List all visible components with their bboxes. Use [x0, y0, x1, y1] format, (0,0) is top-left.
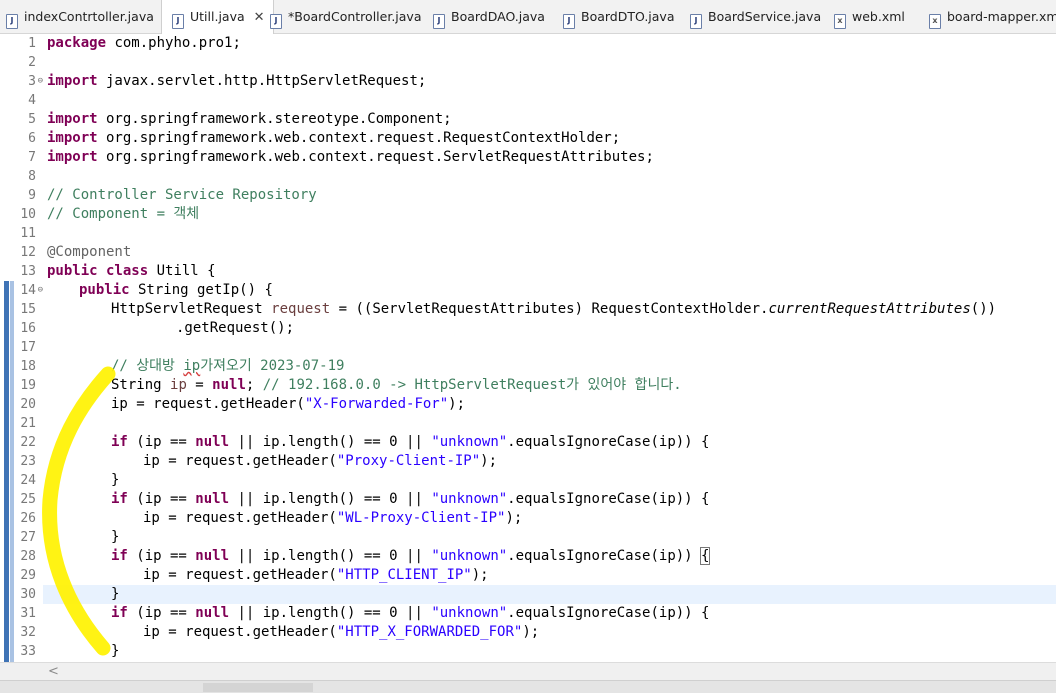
line-number: 18	[20, 359, 36, 374]
line-number: 32	[20, 625, 36, 640]
code-line: package com.phyho.pro1;	[47, 35, 241, 51]
code-line: ip = request.getHeader("X-Forwarded-For"…	[111, 396, 466, 412]
java-file-icon: J	[563, 14, 575, 29]
line-number: 4	[28, 93, 36, 108]
fold-minus-icon[interactable]: ⊖	[38, 281, 43, 300]
code-line: }	[111, 529, 120, 545]
line-number: 7	[28, 150, 36, 165]
line-number: 31	[20, 606, 36, 621]
line-number: 29	[20, 568, 36, 583]
code-line: HttpServletRequest request = ((ServletRe…	[111, 301, 997, 317]
close-tab-icon[interactable]: ✕	[254, 1, 265, 35]
annotation-line: @Component	[47, 244, 132, 260]
code-line: }	[111, 586, 120, 602]
tab-label: BoardDTO.java	[581, 9, 675, 24]
xml-file-icon: x	[834, 14, 846, 29]
line-number: 6	[28, 131, 36, 146]
line-number: 3 ⊖	[28, 74, 43, 89]
code-editor[interactable]: 1 2 3 ⊖ 4 5 6 7 8 9 10 11 12 13 14 ⊖ 15 16…	[0, 34, 1056, 662]
tab-label: web.xml	[852, 9, 905, 24]
java-file-icon: J	[433, 14, 445, 29]
status-segment	[203, 683, 313, 692]
horizontal-scrollbar[interactable]: <	[0, 662, 1056, 681]
line-number: 24	[20, 473, 36, 488]
code-comment-line: // 상대방 ip가져오기 2023-07-19	[111, 358, 345, 374]
tab-boardservice[interactable]: J BoardService.java	[690, 0, 821, 34]
tab-boarddto[interactable]: J BoardDTO.java	[563, 0, 675, 34]
java-file-icon: J	[270, 14, 282, 29]
line-number: 14 ⊖	[20, 283, 43, 298]
line-number: 25	[20, 492, 36, 507]
current-line-highlight	[43, 585, 1056, 604]
tab-boardcontroller[interactable]: J *BoardController.java	[270, 0, 422, 34]
code-line: import javax.servlet.http.HttpServletReq…	[47, 73, 427, 89]
java-file-icon: J	[172, 14, 184, 29]
matching-bracket: {	[699, 547, 711, 565]
line-number: 19	[20, 378, 36, 393]
line-number: 11	[20, 226, 36, 241]
code-comment-line: // Component = 객체	[47, 206, 200, 222]
line-number: 10	[20, 207, 36, 222]
tab-indexcontrtoller[interactable]: JindexContrtoller.java	[6, 0, 154, 34]
line-number: 17	[20, 340, 36, 355]
xml-file-icon: x	[929, 14, 941, 29]
line-number: 16	[20, 321, 36, 336]
line-number: 20	[20, 397, 36, 412]
line-number: 28	[20, 549, 36, 564]
line-number: 30	[20, 587, 36, 602]
line-number: 15	[20, 302, 36, 317]
code-line: if (ip == null || ip.length() == 0 || "u…	[111, 434, 710, 450]
tab-label: BoardDAO.java	[451, 9, 545, 24]
code-line: if (ip == null || ip.length() == 0 || "u…	[111, 491, 710, 507]
code-line: public String getIp() {	[79, 282, 273, 298]
fold-minus-icon[interactable]: ⊖	[38, 72, 43, 91]
line-number: 8	[28, 169, 36, 184]
code-line: }	[111, 643, 120, 659]
code-line: import org.springframework.web.context.r…	[47, 130, 621, 146]
line-number: 12	[20, 245, 36, 260]
code-line: ip = request.getHeader("HTTP_CLIENT_IP")…	[143, 567, 489, 583]
tab-boarddao[interactable]: J BoardDAO.java	[433, 0, 545, 34]
tab-board-mapper-xml[interactable]: x board-mapper.xml	[929, 0, 1056, 34]
line-number: 27	[20, 530, 36, 545]
line-number: 22	[20, 435, 36, 450]
java-file-icon: J	[690, 14, 702, 29]
scroll-left-arrow-icon[interactable]: <	[48, 663, 59, 681]
code-line: ip = request.getHeader("HTTP_X_FORWARDED…	[143, 624, 540, 640]
line-number: 9	[28, 188, 36, 203]
line-number: 1	[28, 36, 36, 51]
line-number: 5	[28, 112, 36, 127]
tab-label: board-mapper.xml	[947, 9, 1056, 24]
java-file-icon: J	[6, 14, 18, 29]
code-line: if (ip == null || ip.length() == 0 || "u…	[111, 547, 711, 565]
line-number: 2	[28, 55, 36, 70]
code-line: ip = request.getHeader("Proxy-Client-IP"…	[143, 453, 498, 469]
line-number: 26	[20, 511, 36, 526]
line-number: 21	[20, 416, 36, 431]
code-line: import org.springframework.web.context.r…	[47, 149, 654, 165]
code-line: }	[111, 472, 120, 488]
code-line: public class Utill {	[47, 263, 216, 279]
tab-label: *BoardController.java	[288, 9, 422, 24]
code-comment-line: // Controller Service Repository	[47, 187, 317, 203]
code-line: if (ip == null || ip.length() == 0 || "u…	[111, 605, 710, 621]
tab-label: Utill.java	[190, 9, 245, 24]
tab-utill-active[interactable]: J Utill.java ✕	[161, 0, 274, 35]
tab-web-xml[interactable]: x web.xml	[834, 0, 905, 34]
tab-label: indexContrtoller.java	[24, 9, 154, 24]
code-line: .getRequest();	[176, 320, 295, 336]
line-number: 13	[20, 264, 36, 279]
code-line: String ip = null; // 192.168.0.0 -> Http…	[111, 377, 682, 393]
tab-label: BoardService.java	[708, 9, 822, 24]
line-number: 33	[20, 644, 36, 659]
editor-tab-bar: JindexContrtoller.java J Utill.java ✕ J *Bo…	[0, 0, 1056, 35]
bottom-panel-strip	[0, 680, 1056, 693]
line-number: 23	[20, 454, 36, 469]
code-line: import org.springframework.stereotype.Co…	[47, 111, 452, 127]
code-line: ip = request.getHeader("WL-Proxy-Client-…	[143, 510, 523, 526]
